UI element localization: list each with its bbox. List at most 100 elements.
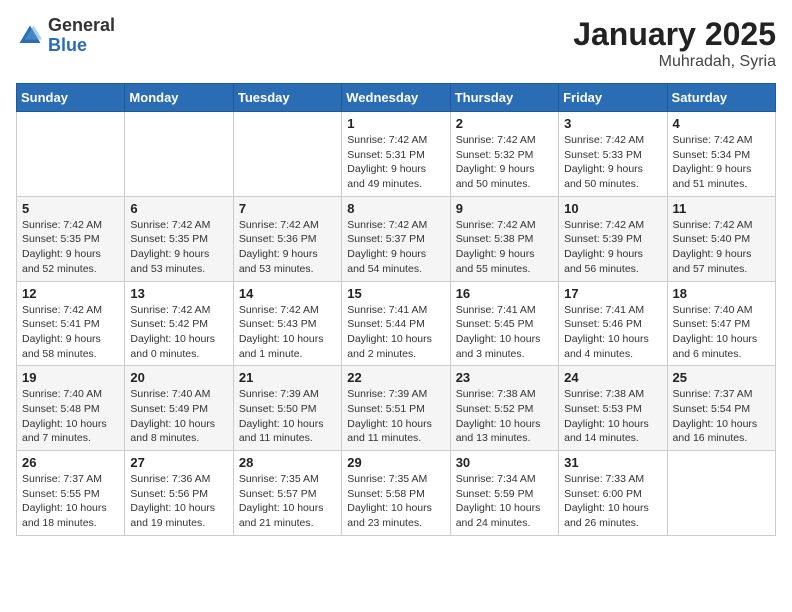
calendar-cell: 14 Sunrise: 7:42 AM Sunset: 5:43 PM Dayli… <box>233 281 341 366</box>
day-info: Sunrise: 7:42 AM Sunset: 5:39 PM Dayligh… <box>564 218 661 277</box>
calendar-cell: 28Sunrise: 7:35 AM Sunset: 5:57 PM Dayli… <box>233 451 341 536</box>
calendar-cell: 26Sunrise: 7:37 AM Sunset: 5:55 PM Dayli… <box>17 451 125 536</box>
calendar-cell: 24 Sunrise: 7:38 AM Sunset: 5:53 PM Dayli… <box>559 366 667 451</box>
day-number: 16 <box>456 286 553 301</box>
logo: General Blue <box>16 16 115 56</box>
calendar-cell: 27 Sunrise: 7:36 AM Sunset: 5:56 PM Dayli… <box>125 451 233 536</box>
day-number: 5 <box>22 201 119 216</box>
day-number: 27 <box>130 455 227 470</box>
day-number: 21 <box>239 370 336 385</box>
day-info: Sunrise: 7:41 AM Sunset: 5:45 PM Dayligh… <box>456 303 553 362</box>
day-number: 24 <box>564 370 661 385</box>
day-info: Sunrise: 7:42 AM Sunset: 5:43 PM Dayligh… <box>239 303 336 362</box>
calendar-cell: 2Sunrise: 7:42 AM Sunset: 5:32 PM Daylig… <box>450 112 558 197</box>
day-number: 19 <box>22 370 119 385</box>
calendar-cell <box>125 112 233 197</box>
day-info: Sunrise: 7:37 AM Sunset: 5:55 PM Dayligh… <box>22 472 119 531</box>
calendar-week-5: 26Sunrise: 7:37 AM Sunset: 5:55 PM Dayli… <box>17 451 776 536</box>
day-info: Sunrise: 7:42 AM Sunset: 5:31 PM Dayligh… <box>347 133 444 192</box>
calendar-cell: 15 Sunrise: 7:41 AM Sunset: 5:44 PM Dayli… <box>342 281 450 366</box>
day-info: Sunrise: 7:42 AM Sunset: 5:35 PM Dayligh… <box>130 218 227 277</box>
day-info: Sunrise: 7:35 AM Sunset: 5:57 PM Dayligh… <box>239 472 336 531</box>
day-info: Sunrise: 7:39 AM Sunset: 5:51 PM Dayligh… <box>347 387 444 446</box>
weekday-header-thursday: Thursday <box>450 84 558 112</box>
day-info: Sunrise: 7:33 AM Sunset: 6:00 PM Dayligh… <box>564 472 661 531</box>
day-number: 29 <box>347 455 444 470</box>
location-subtitle: Muhradah, Syria <box>573 53 776 71</box>
day-number: 10 <box>564 201 661 216</box>
day-number: 7 <box>239 201 336 216</box>
day-info: Sunrise: 7:42 AM Sunset: 5:40 PM Dayligh… <box>673 218 770 277</box>
day-info: Sunrise: 7:35 AM Sunset: 5:58 PM Dayligh… <box>347 472 444 531</box>
day-info: Sunrise: 7:42 AM Sunset: 5:38 PM Dayligh… <box>456 218 553 277</box>
weekday-header-wednesday: Wednesday <box>342 84 450 112</box>
day-number: 2 <box>456 116 553 131</box>
day-number: 25 <box>673 370 770 385</box>
calendar-cell: 20 Sunrise: 7:40 AM Sunset: 5:49 PM Dayli… <box>125 366 233 451</box>
calendar-cell: 4Sunrise: 7:42 AM Sunset: 5:34 PM Daylig… <box>667 112 775 197</box>
day-info: Sunrise: 7:38 AM Sunset: 5:53 PM Dayligh… <box>564 387 661 446</box>
day-number: 1 <box>347 116 444 131</box>
day-info: Sunrise: 7:37 AM Sunset: 5:54 PM Dayligh… <box>673 387 770 446</box>
calendar-table: SundayMondayTuesdayWednesdayThursdayFrid… <box>16 83 776 536</box>
calendar-cell: 19Sunrise: 7:40 AM Sunset: 5:48 PM Dayli… <box>17 366 125 451</box>
calendar-cell: 6Sunrise: 7:42 AM Sunset: 5:35 PM Daylig… <box>125 196 233 281</box>
weekday-header-tuesday: Tuesday <box>233 84 341 112</box>
calendar-cell: 31 Sunrise: 7:33 AM Sunset: 6:00 PM Dayli… <box>559 451 667 536</box>
calendar-cell: 21Sunrise: 7:39 AM Sunset: 5:50 PM Dayli… <box>233 366 341 451</box>
calendar-cell: 13Sunrise: 7:42 AM Sunset: 5:42 PM Dayli… <box>125 281 233 366</box>
day-number: 15 <box>347 286 444 301</box>
day-info: Sunrise: 7:40 AM Sunset: 5:49 PM Dayligh… <box>130 387 227 446</box>
weekday-header-monday: Monday <box>125 84 233 112</box>
logo-general-text: General <box>48 15 115 35</box>
calendar-week-4: 19Sunrise: 7:40 AM Sunset: 5:48 PM Dayli… <box>17 366 776 451</box>
logo-blue-text: Blue <box>48 35 87 55</box>
day-info: Sunrise: 7:36 AM Sunset: 5:56 PM Dayligh… <box>130 472 227 531</box>
calendar-cell: 12 Sunrise: 7:42 AM Sunset: 5:41 PM Dayli… <box>17 281 125 366</box>
calendar-week-2: 5 Sunrise: 7:42 AM Sunset: 5:35 PM Daylig… <box>17 196 776 281</box>
weekday-header-saturday: Saturday <box>667 84 775 112</box>
day-number: 3 <box>564 116 661 131</box>
calendar-cell: 30 Sunrise: 7:34 AM Sunset: 5:59 PM Dayli… <box>450 451 558 536</box>
calendar-cell: 10 Sunrise: 7:42 AM Sunset: 5:39 PM Dayli… <box>559 196 667 281</box>
day-number: 23 <box>456 370 553 385</box>
calendar-cell: 11Sunrise: 7:42 AM Sunset: 5:40 PM Dayli… <box>667 196 775 281</box>
calendar-cell: 7 Sunrise: 7:42 AM Sunset: 5:36 PM Daylig… <box>233 196 341 281</box>
calendar-cell: 8Sunrise: 7:42 AM Sunset: 5:37 PM Daylig… <box>342 196 450 281</box>
day-number: 31 <box>564 455 661 470</box>
day-number: 14 <box>239 286 336 301</box>
calendar-cell: 17 Sunrise: 7:41 AM Sunset: 5:46 PM Dayli… <box>559 281 667 366</box>
logo-icon <box>16 22 44 50</box>
weekday-header-friday: Friday <box>559 84 667 112</box>
calendar-cell: 23 Sunrise: 7:38 AM Sunset: 5:52 PM Dayli… <box>450 366 558 451</box>
calendar-cell: 9 Sunrise: 7:42 AM Sunset: 5:38 PM Daylig… <box>450 196 558 281</box>
calendar-cell: 16 Sunrise: 7:41 AM Sunset: 5:45 PM Dayli… <box>450 281 558 366</box>
day-info: Sunrise: 7:42 AM Sunset: 5:37 PM Dayligh… <box>347 218 444 277</box>
calendar-cell <box>17 112 125 197</box>
day-number: 18 <box>673 286 770 301</box>
calendar-cell: 25 Sunrise: 7:37 AM Sunset: 5:54 PM Dayli… <box>667 366 775 451</box>
day-number: 22 <box>347 370 444 385</box>
day-number: 30 <box>456 455 553 470</box>
calendar-cell <box>233 112 341 197</box>
day-info: Sunrise: 7:42 AM Sunset: 5:36 PM Dayligh… <box>239 218 336 277</box>
day-number: 13 <box>130 286 227 301</box>
month-year-title: January 2025 <box>573 16 776 53</box>
day-number: 12 <box>22 286 119 301</box>
calendar-week-1: 1 Sunrise: 7:42 AM Sunset: 5:31 PM Daylig… <box>17 112 776 197</box>
day-info: Sunrise: 7:38 AM Sunset: 5:52 PM Dayligh… <box>456 387 553 446</box>
day-info: Sunrise: 7:42 AM Sunset: 5:41 PM Dayligh… <box>22 303 119 362</box>
day-number: 20 <box>130 370 227 385</box>
calendar-cell: 5Sunrise: 7:42 AM Sunset: 5:35 PM Daylig… <box>17 196 125 281</box>
weekday-header-sunday: Sunday <box>17 84 125 112</box>
day-info: Sunrise: 7:41 AM Sunset: 5:46 PM Dayligh… <box>564 303 661 362</box>
day-number: 17 <box>564 286 661 301</box>
day-info: Sunrise: 7:42 AM Sunset: 5:33 PM Dayligh… <box>564 133 661 192</box>
day-number: 4 <box>673 116 770 131</box>
calendar-cell: 1 Sunrise: 7:42 AM Sunset: 5:31 PM Daylig… <box>342 112 450 197</box>
title-block: January 2025 Muhradah, Syria <box>573 16 776 71</box>
day-info: Sunrise: 7:41 AM Sunset: 5:44 PM Dayligh… <box>347 303 444 362</box>
page-header: General Blue January 2025 Muhradah, Syri… <box>16 16 776 71</box>
day-number: 9 <box>456 201 553 216</box>
day-info: Sunrise: 7:34 AM Sunset: 5:59 PM Dayligh… <box>456 472 553 531</box>
